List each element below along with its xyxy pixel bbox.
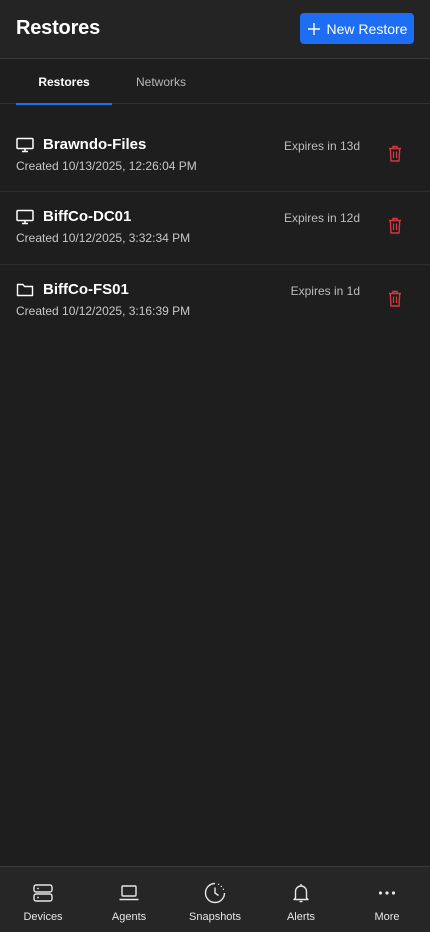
trash-icon	[389, 145, 401, 162]
clock-icon	[204, 882, 226, 904]
laptop-icon	[119, 885, 139, 901]
tab-networks-label: Networks	[135, 74, 186, 89]
nav-agents[interactable]: Agents	[86, 867, 172, 932]
bottom-nav: Devices Agents Snapshots Alerts More	[0, 866, 430, 932]
tab-restores-label: Restores	[38, 74, 90, 89]
nav-devices[interactable]: Devices	[0, 867, 86, 932]
bell-icon	[293, 884, 309, 903]
folder-icon	[16, 283, 34, 297]
delete-button[interactable]	[386, 143, 404, 163]
delete-button[interactable]	[386, 215, 404, 235]
nav-devices-label: Devices	[23, 911, 63, 923]
more-icon	[378, 891, 396, 895]
restore-row[interactable]: BiffCo-FS01 Created 10/12/2025, 3:16:39 …	[0, 265, 430, 338]
tab-restores[interactable]: Restores	[16, 59, 112, 105]
nav-snapshots[interactable]: Snapshots	[172, 867, 258, 932]
restore-created: Created 10/12/2025, 3:32:34 PM	[16, 231, 191, 245]
restore-row[interactable]: BiffCo-DC01 Created 10/12/2025, 3:32:34 …	[0, 192, 430, 265]
nav-alerts[interactable]: Alerts	[258, 867, 344, 932]
restore-name: BiffCo-FS01	[43, 281, 129, 298]
restore-name: Brawndo-Files	[43, 136, 147, 153]
monitor-icon	[16, 209, 34, 225]
trash-icon	[389, 290, 401, 307]
nav-more-label: More	[374, 911, 400, 923]
new-restore-label: New Restore	[326, 20, 408, 37]
devices-icon	[33, 884, 53, 902]
nav-alerts-label: Alerts	[286, 911, 316, 923]
page-title: Restores	[16, 17, 100, 39]
plus-icon	[307, 22, 320, 35]
delete-button[interactable]	[386, 288, 404, 308]
restore-created: Created 10/12/2025, 3:16:39 PM	[16, 304, 191, 318]
restore-list: Brawndo-Files Created 10/13/2025, 12:26:…	[0, 120, 430, 338]
restore-expires: Expires in 12d	[283, 211, 360, 225]
restore-expires: Expires in 1d	[290, 284, 360, 298]
restore-name: BiffCo-DC01	[43, 208, 132, 225]
tab-bar: Restores Networks	[0, 59, 430, 105]
restore-expires: Expires in 13d	[283, 139, 360, 153]
top-bar: Restores New Restore	[0, 0, 430, 59]
tab-networks[interactable]: Networks	[113, 59, 209, 104]
new-restore-button[interactable]: New Restore	[300, 13, 414, 44]
monitor-icon	[16, 137, 34, 153]
trash-icon	[389, 217, 401, 234]
restores-screen: Restores New Restore Restores Networks B…	[0, 0, 430, 932]
nav-more[interactable]: More	[344, 867, 430, 932]
restore-row[interactable]: Brawndo-Files Created 10/13/2025, 12:26:…	[0, 120, 430, 192]
nav-snapshots-label: Snapshots	[189, 911, 241, 923]
nav-agents-label: Agents	[111, 911, 147, 923]
restore-created: Created 10/13/2025, 12:26:04 PM	[16, 159, 197, 173]
